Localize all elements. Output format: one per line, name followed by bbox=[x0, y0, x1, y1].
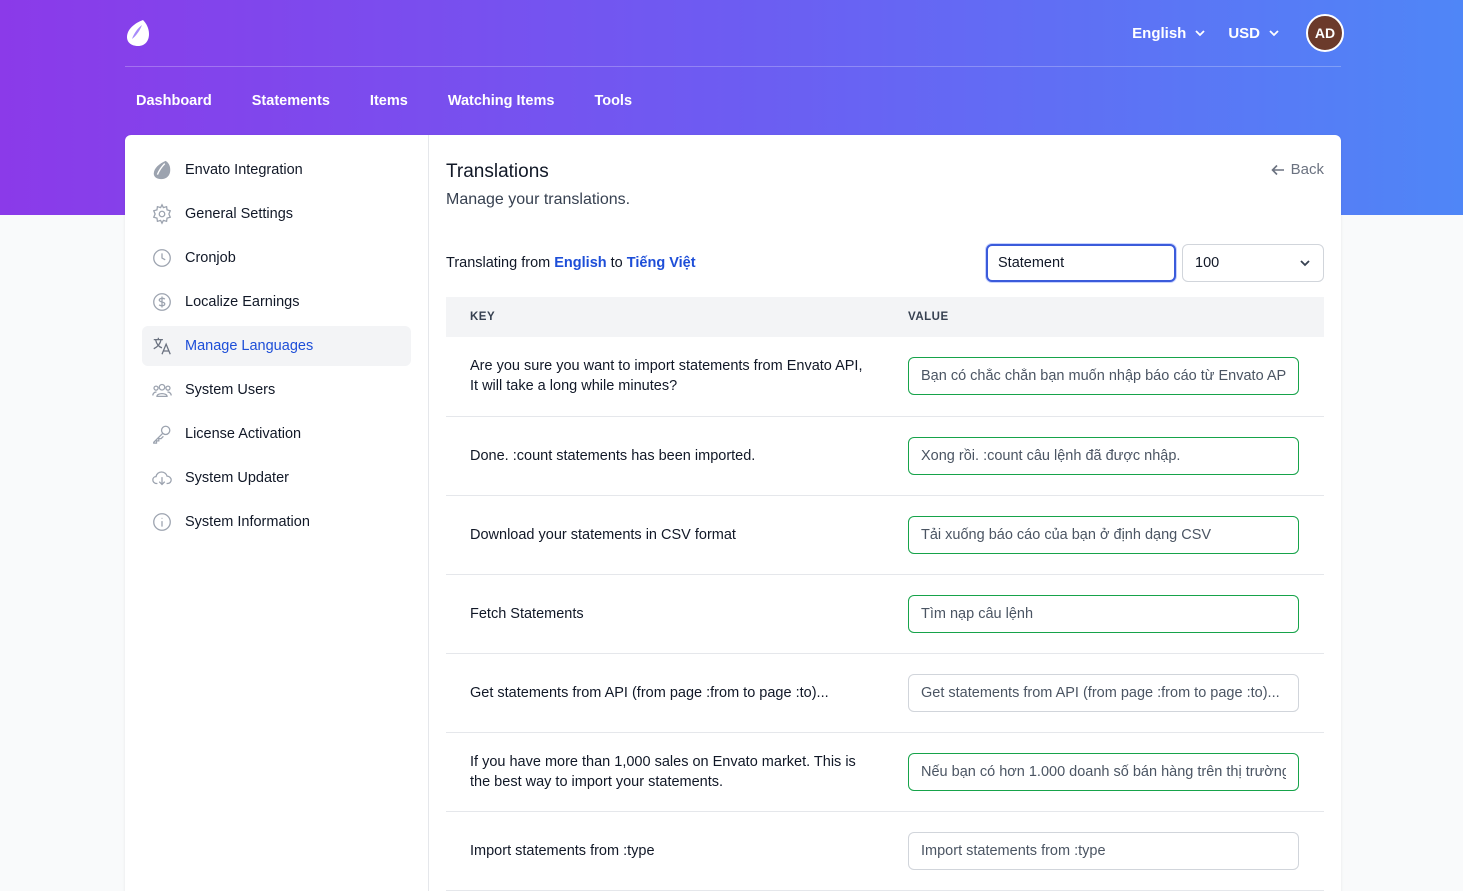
back-label: Back bbox=[1290, 161, 1324, 178]
sidebar-item-system-updater[interactable]: System Updater bbox=[142, 458, 411, 498]
sidebar-item-localize-earnings[interactable]: Localize Earnings bbox=[142, 282, 411, 322]
page-subtitle: Manage your translations. bbox=[446, 191, 631, 208]
user-avatar[interactable]: AD bbox=[1306, 14, 1344, 52]
sidebar-item-general-settings[interactable]: General Settings bbox=[142, 194, 411, 234]
sidebar-item-label: License Activation bbox=[185, 426, 302, 442]
translation-key: Are you sure you want to import statemen… bbox=[446, 337, 908, 417]
translations-panel: Translations Manage your translations. B… bbox=[429, 135, 1341, 891]
chevron-down-icon bbox=[1269, 30, 1279, 37]
translation-key: If you have more than 1,000 sales on Env… bbox=[446, 732, 908, 812]
translation-key: Download your statements in CSV format bbox=[446, 495, 908, 575]
translation-value-input[interactable] bbox=[908, 752, 1299, 791]
table-row: Import statements from :type bbox=[446, 811, 1324, 891]
translation-value-input[interactable] bbox=[908, 436, 1299, 475]
sidebar-item-system-information[interactable]: System Information bbox=[142, 502, 411, 542]
gear-icon bbox=[151, 203, 173, 225]
translating-info: Translating from English to Tiếng Việt bbox=[446, 255, 696, 271]
translation-value-input[interactable] bbox=[908, 515, 1299, 554]
sidebar-item-label: System Updater bbox=[185, 470, 289, 486]
users-icon bbox=[151, 379, 173, 401]
translating-prefix: Translating from bbox=[446, 255, 551, 271]
translation-value-input[interactable] bbox=[908, 594, 1299, 633]
translation-toolbar: Translating from English to Tiếng Việt 1… bbox=[446, 244, 1324, 282]
arrow-left-icon bbox=[1271, 164, 1284, 175]
nav-statements[interactable]: Statements bbox=[241, 84, 341, 118]
source-language: English bbox=[554, 255, 607, 271]
nav-tools[interactable]: Tools bbox=[583, 84, 643, 118]
dollar-icon bbox=[151, 291, 173, 313]
sidebar-item-manage-languages[interactable]: Manage Languages bbox=[142, 326, 411, 366]
sidebar-item-envato-integration[interactable]: Envato Integration bbox=[142, 150, 411, 190]
table-row: Are you sure you want to import statemen… bbox=[446, 337, 1324, 417]
page-title: Translations bbox=[446, 161, 549, 182]
clock-icon bbox=[151, 247, 173, 269]
sidebar-item-label: Cronjob bbox=[185, 250, 236, 266]
language-label: English bbox=[1132, 24, 1187, 42]
sidebar-item-label: Manage Languages bbox=[185, 338, 314, 354]
column-header-key: KEY bbox=[470, 311, 496, 323]
sidebar-item-system-users[interactable]: System Users bbox=[142, 370, 411, 410]
table-row: Download your statements in CSV format bbox=[446, 495, 1324, 575]
search-input[interactable] bbox=[986, 244, 1176, 282]
translation-value-input[interactable] bbox=[908, 357, 1299, 396]
app-logo-icon[interactable] bbox=[125, 19, 151, 47]
nav-watching-items[interactable]: Watching Items bbox=[437, 84, 566, 118]
nav-items[interactable]: Items bbox=[359, 84, 419, 118]
sidebar-item-label: System Users bbox=[185, 382, 276, 398]
sidebar-item-label: General Settings bbox=[185, 206, 294, 222]
table-filters: 100 bbox=[986, 244, 1324, 282]
table-row: Fetch Statements bbox=[446, 574, 1324, 654]
info-icon bbox=[151, 511, 173, 533]
table-header-row: KEY VALUE bbox=[446, 297, 1324, 337]
currency-dropdown[interactable]: USD bbox=[1228, 25, 1280, 42]
language-dropdown[interactable]: English bbox=[1132, 25, 1206, 42]
translations-table: KEY VALUE Are you sure you want to impor… bbox=[446, 297, 1324, 891]
back-button[interactable]: Back bbox=[1271, 161, 1324, 178]
target-language: Tiếng Việt bbox=[626, 255, 696, 271]
sidebar-item-label: Envato Integration bbox=[185, 162, 303, 178]
envato-leaf-icon bbox=[151, 159, 173, 181]
table-row: If you have more than 1,000 sales on Env… bbox=[446, 732, 1324, 812]
key-icon bbox=[151, 423, 173, 445]
sidebar-item-license-activation[interactable]: License Activation bbox=[142, 414, 411, 454]
translation-key: Get statements from API (from page :from… bbox=[446, 653, 908, 733]
translation-key: Done. :count statements has been importe… bbox=[446, 416, 908, 496]
sidebar-item-label: Localize Earnings bbox=[185, 294, 300, 310]
chevron-down-icon bbox=[1300, 260, 1310, 267]
table-row: Get statements from API (from page :from… bbox=[446, 653, 1324, 733]
translation-key: Fetch Statements bbox=[446, 574, 908, 654]
translating-to-word: to bbox=[610, 255, 623, 271]
translation-key: Import statements from :type bbox=[446, 811, 908, 891]
main-nav: Dashboard Statements Items Watching Item… bbox=[125, 84, 661, 118]
sidebar-item-cronjob[interactable]: Cronjob bbox=[142, 238, 411, 278]
sidebar-item-label: System Information bbox=[185, 514, 310, 530]
currency-label: USD bbox=[1228, 24, 1260, 42]
translate-icon bbox=[151, 335, 173, 357]
chevron-down-icon bbox=[1195, 30, 1205, 37]
settings-sidebar: Envato Integration General Settings Cron… bbox=[125, 135, 429, 891]
table-row: Done. :count statements has been importe… bbox=[446, 416, 1324, 496]
per-page-select[interactable]: 100 bbox=[1182, 244, 1324, 282]
translation-value-input[interactable] bbox=[908, 673, 1299, 712]
column-header-value: VALUE bbox=[908, 311, 949, 323]
per-page-value: 100 bbox=[1195, 255, 1220, 271]
nav-dashboard[interactable]: Dashboard bbox=[125, 84, 223, 118]
translation-value-input[interactable] bbox=[908, 831, 1299, 870]
settings-card: Envato Integration General Settings Cron… bbox=[125, 135, 1341, 891]
cloud-download-icon bbox=[151, 467, 173, 489]
top-bar: English USD AD bbox=[125, 0, 1344, 67]
